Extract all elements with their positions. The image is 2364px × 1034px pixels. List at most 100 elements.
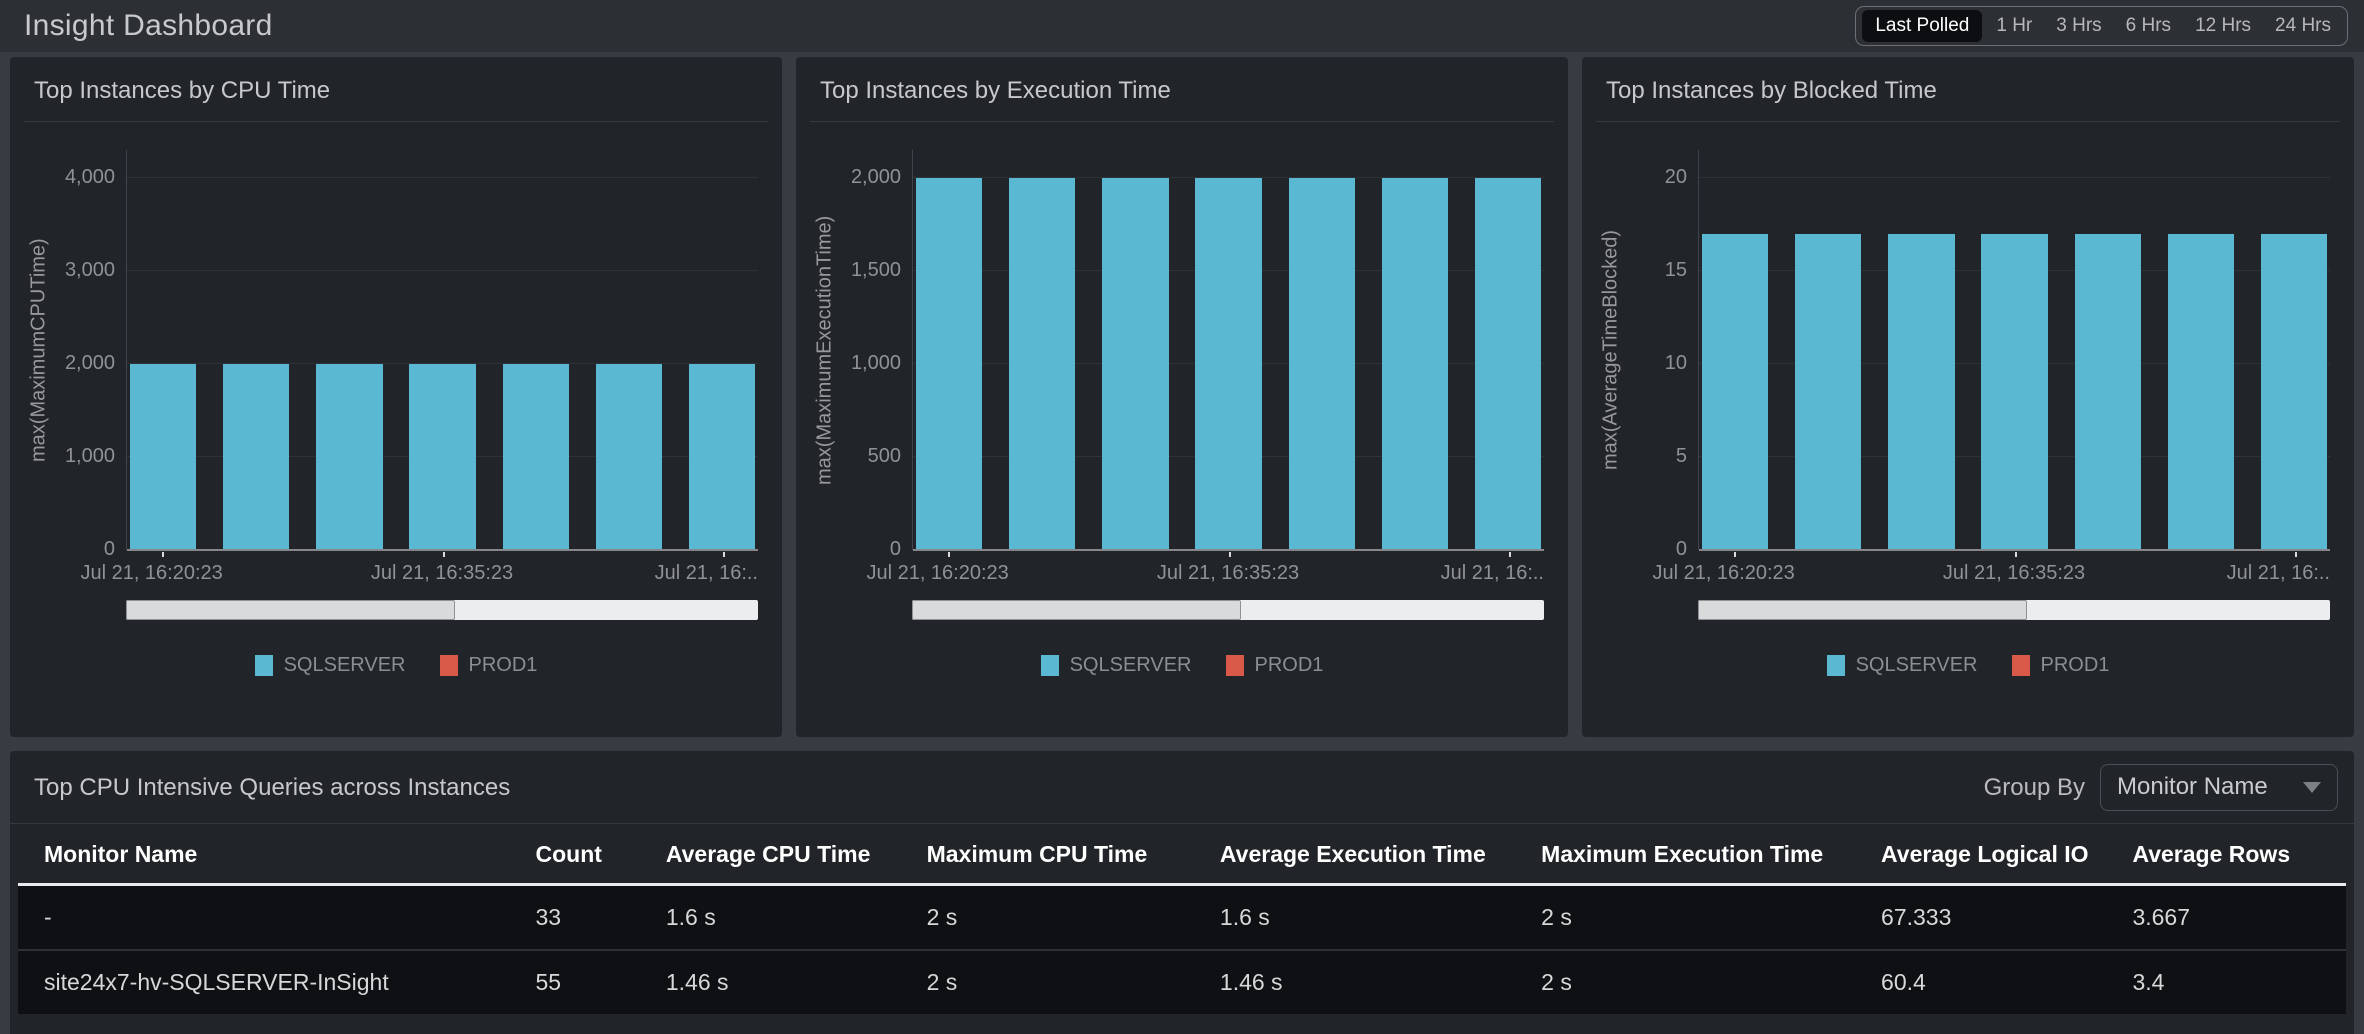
legend-item-sqlserver[interactable]: SQLSERVER	[1827, 654, 1978, 677]
chart-panel-0: Top Instances by CPU Time max(MaximumCPU…	[10, 57, 782, 737]
y-tick-label: 15	[1605, 259, 1687, 282]
x-axis-tick	[443, 552, 445, 557]
bars-group	[127, 150, 758, 550]
table-header-row: Monitor NameCountAverage CPU TimeMaximum…	[18, 824, 2346, 885]
table-row: site24x7-hv-SQLSERVER-InSight551.46 s2 s…	[18, 950, 2346, 1014]
group-by-selected-value: Monitor Name	[2117, 773, 2268, 801]
legend-item-prod1[interactable]: PROD1	[1226, 654, 1324, 677]
chart-scrollbar-thumb[interactable]	[126, 600, 455, 620]
queries-panel-title: Top CPU Intensive Queries across Instanc…	[34, 774, 510, 802]
time-range-option-1-hr[interactable]: 1 Hr	[1986, 10, 2042, 42]
bar-sqlserver[interactable]	[130, 364, 196, 550]
bar-sqlserver[interactable]	[2261, 234, 2327, 550]
table-cell: 2 s	[917, 885, 1210, 951]
plot-area: 05101520	[1698, 150, 2330, 550]
x-axis-line	[127, 549, 758, 551]
x-axis-tick	[948, 552, 950, 557]
column-header-average-rows: Average Rows	[2122, 824, 2346, 885]
y-tick-label: 2,000	[819, 166, 901, 189]
count-link[interactable]: 55	[526, 950, 656, 1014]
app-header: Insight Dashboard Last Polled1 Hr3 Hrs6 …	[0, 0, 2364, 52]
time-range-option-24-hrs[interactable]: 24 Hrs	[2265, 10, 2341, 42]
legend-swatch-icon	[1226, 655, 1244, 676]
chart-title: Top Instances by Blocked Time	[1582, 57, 2354, 121]
count-link[interactable]: 33	[526, 885, 656, 951]
chart-scrollbar[interactable]	[1698, 600, 2330, 620]
x-axis-tick	[2015, 552, 2017, 557]
group-by-dropdown[interactable]: Monitor Name	[2100, 764, 2338, 811]
x-tick-label: Jul 21, 16:35:23	[1157, 562, 1299, 585]
column-header-count: Count	[526, 824, 656, 885]
chart-scrollbar-thumb[interactable]	[1698, 600, 2027, 620]
bar-sqlserver[interactable]	[409, 364, 475, 550]
bars-group	[1699, 150, 2330, 550]
bar-sqlserver[interactable]	[1981, 234, 2047, 550]
x-axis-tick	[1509, 552, 1511, 557]
time-range-option-12-hrs[interactable]: 12 Hrs	[2185, 10, 2261, 42]
column-header-average-cpu-time: Average CPU Time	[656, 824, 917, 885]
bar-sqlserver[interactable]	[1289, 178, 1355, 550]
table-cell: 3.667	[2122, 885, 2346, 951]
chart-title: Top Instances by CPU Time	[10, 57, 782, 121]
queries-table: Monitor NameCountAverage CPU TimeMaximum…	[18, 824, 2346, 1014]
bar-sqlserver[interactable]	[689, 364, 755, 550]
bar-sqlserver[interactable]	[1102, 178, 1168, 550]
chart-panel-1: Top Instances by Execution Time max(Maxi…	[796, 57, 1568, 737]
legend-swatch-icon	[1041, 655, 1059, 676]
x-axis-tick	[1734, 552, 1736, 557]
time-range-option-6-hrs[interactable]: 6 Hrs	[2116, 10, 2181, 42]
x-axis-labels: Jul 21, 16:20:23 Jul 21, 16:35:23 Jul 21…	[912, 562, 1544, 588]
time-range-option-last-polled[interactable]: Last Polled	[1862, 10, 1982, 42]
table-cell: 67.333	[1871, 885, 2122, 951]
legend-item-prod1[interactable]: PROD1	[2012, 654, 2110, 677]
chart-title: Top Instances by Execution Time	[796, 57, 1568, 121]
y-tick-label: 5	[1605, 445, 1687, 468]
legend-item-sqlserver[interactable]: SQLSERVER	[255, 654, 406, 677]
y-tick-label: 4,000	[33, 166, 115, 189]
bar-sqlserver[interactable]	[316, 364, 382, 550]
chart-legend: SQLSERVER PROD1	[796, 654, 1568, 677]
bar-sqlserver[interactable]	[1475, 178, 1541, 550]
bar-sqlserver[interactable]	[1888, 234, 1954, 550]
column-header-maximum-cpu-time: Maximum CPU Time	[917, 824, 1210, 885]
bar-sqlserver[interactable]	[503, 364, 569, 550]
bar-sqlserver[interactable]	[596, 364, 662, 550]
column-header-maximum-execution-time: Maximum Execution Time	[1531, 824, 1871, 885]
chevron-down-icon	[2303, 782, 2321, 793]
table-cell: 1.6 s	[656, 885, 917, 951]
table-cell: 2 s	[1531, 950, 1871, 1014]
legend-swatch-icon	[440, 655, 458, 676]
chart-legend: SQLSERVER PROD1	[10, 654, 782, 677]
bar-sqlserver[interactable]	[1795, 234, 1861, 550]
y-tick-label: 0	[819, 538, 901, 561]
table-cell: 60.4	[1871, 950, 2122, 1014]
chart-legend: SQLSERVER PROD1	[1582, 654, 2354, 677]
y-tick-label: 1,500	[819, 259, 901, 282]
y-axis-label: max(AverageTimeBlocked)	[1596, 150, 1626, 550]
bar-sqlserver[interactable]	[223, 364, 289, 550]
table-cell: 1.46 s	[656, 950, 917, 1014]
chart-scrollbar[interactable]	[912, 600, 1544, 620]
group-by-control: Group By Monitor Name	[1984, 764, 2338, 811]
legend-label: PROD1	[1255, 654, 1324, 677]
x-tick-label: Jul 21, 16:..	[1441, 562, 1544, 585]
bar-sqlserver[interactable]	[1009, 178, 1075, 550]
bar-sqlserver[interactable]	[1702, 234, 1768, 550]
time-range-option-3-hrs[interactable]: 3 Hrs	[2046, 10, 2111, 42]
y-tick-label: 1,000	[33, 445, 115, 468]
chart-scrollbar[interactable]	[126, 600, 758, 620]
bar-sqlserver[interactable]	[1195, 178, 1261, 550]
x-axis-labels: Jul 21, 16:20:23 Jul 21, 16:35:23 Jul 21…	[1698, 562, 2330, 588]
legend-swatch-icon	[1827, 655, 1845, 676]
bar-sqlserver[interactable]	[1382, 178, 1448, 550]
queries-panel-header: Top CPU Intensive Queries across Instanc…	[10, 751, 2354, 823]
bar-sqlserver[interactable]	[2168, 234, 2234, 550]
chart-scrollbar-thumb[interactable]	[912, 600, 1241, 620]
legend-item-sqlserver[interactable]: SQLSERVER	[1041, 654, 1192, 677]
legend-label: SQLSERVER	[1856, 654, 1978, 677]
legend-label: PROD1	[469, 654, 538, 677]
bar-sqlserver[interactable]	[916, 178, 982, 550]
legend-item-prod1[interactable]: PROD1	[440, 654, 538, 677]
bar-sqlserver[interactable]	[2075, 234, 2141, 550]
legend-swatch-icon	[255, 655, 273, 676]
